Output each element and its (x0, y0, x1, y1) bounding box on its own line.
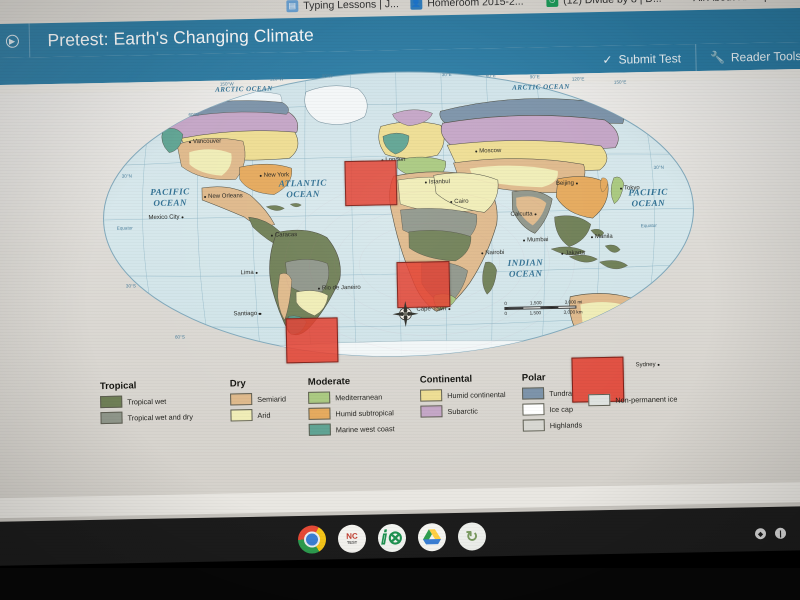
legend-swatch (522, 403, 545, 416)
shelf-icon-row: NC TEST ⅈ⊗ ↻ (297, 522, 487, 554)
nc-test-sub: TEST (346, 539, 358, 545)
google-drive-icon[interactable] (417, 522, 447, 552)
shelf-status-tray[interactable]: ◆ ❙ (754, 527, 787, 540)
back-circle-icon: ▶ (5, 34, 19, 48)
legend-title-dry: Dry (229, 378, 246, 390)
legend-swatch (230, 409, 253, 422)
legend-item-humid-continental: Humid continental (420, 387, 530, 402)
legend-column-continental: Continental Humid continental Subarctic (420, 372, 531, 421)
red-highlight-box-north-atlantic[interactable] (344, 160, 398, 207)
scale-mi-mid: 1,500 (529, 300, 542, 306)
map-scale-bar: 0 1,500 3,000 mi 0 1,500 3,000 km (504, 299, 588, 316)
legend-item-mediterranean: Mediterranean (308, 389, 438, 404)
legend-swatch (308, 407, 331, 420)
legend-item-non-permanent-ice: Non-permanent ice (588, 392, 718, 407)
legend-item-tropical-wet: Tropical wet (100, 393, 230, 409)
legend-label: Humid subtropical (335, 407, 394, 418)
browser-tab-label: All About Kites | Ki... (693, 0, 788, 4)
legend-swatch (100, 395, 123, 409)
legend-title-polar: Polar (521, 372, 546, 384)
clock-app-icon[interactable]: ↻ (457, 522, 487, 551)
legend-swatch (230, 393, 253, 406)
browser-tab-label: Homeroom 2015-2... (427, 0, 524, 10)
reader-tools-label: Reader Tools (730, 48, 800, 64)
legend-column-dry: Dry Semiarid Arid (230, 377, 311, 426)
legend-label: Highlands (549, 419, 583, 430)
clock-app-glyph: ↻ (465, 528, 479, 546)
red-highlight-box-south-america[interactable] (285, 317, 339, 364)
legend-swatch (308, 391, 331, 404)
legend-column-extra: Non-permanent ice (588, 392, 718, 411)
page-title: Pretest: Earth's Changing Climate (47, 24, 314, 50)
world-climate-map[interactable]: 60°N 30°N Equator 30°S 60°S 30°N Equator… (96, 58, 703, 403)
scale-km-max: 3,000 km (563, 309, 583, 315)
legend-title-continental: Continental (419, 373, 473, 386)
scale-km-0: 0 (504, 310, 508, 316)
browser-window: ▤ Typing Lessons | J... 👤 Homeroom 2015-… (0, 0, 800, 600)
legend-item-highlands: Highlands (522, 418, 623, 432)
people-favicon: 👤 (410, 0, 423, 10)
legend-swatch (308, 423, 331, 436)
spiral-app-icon[interactable]: ⅈ⊗ (377, 523, 407, 553)
map-graphic (102, 68, 695, 362)
scale-mi-0: 0 (504, 300, 507, 306)
scale-mi-max: 3,000 mi (564, 299, 583, 305)
network-status-icon[interactable]: ◆ (754, 528, 767, 540)
legend-label: Mediterranean (335, 391, 383, 402)
back-navigation-button[interactable]: xt ▶ (0, 34, 19, 48)
browser-tab-label: Typing Lessons | J... (303, 0, 399, 12)
legend-title-tropical: Tropical (99, 380, 137, 393)
reader-tools-button[interactable]: 🔧 Reader Tools (696, 42, 800, 71)
wrench-icon: 🔧 (709, 49, 726, 65)
legend-swatch (100, 411, 123, 425)
compass-rose-icon (392, 300, 419, 327)
legend-item-marine-west-coast: Marine west coast (308, 421, 439, 436)
test-page-body: 60°N 30°N Equator 30°S 60°S 30°N Equator… (0, 68, 800, 600)
legend-label: Tundra (549, 388, 573, 398)
laptop-bezel (0, 568, 800, 600)
chrome-icon[interactable] (297, 525, 327, 554)
legend-label: Humid continental (447, 389, 506, 400)
legend-label: Ice cap (549, 404, 574, 414)
legend-item-tropical-wet-and-dry: Tropical wet and dry (100, 409, 230, 425)
legend-swatch (588, 393, 611, 407)
legend-label: Marine west coast (335, 423, 395, 434)
battery-status-icon[interactable]: ❙ (774, 527, 787, 539)
legend-item-semiarid: Semiarid (230, 392, 310, 406)
legend-title-moderate: Moderate (307, 376, 351, 388)
scale-km-mid: 1,500 (529, 310, 542, 316)
star-favicon: ✷ (676, 0, 688, 4)
legend-label: Non-permanent ice (615, 394, 678, 405)
legend-label: Arid (257, 410, 271, 420)
legend-swatch (420, 405, 443, 418)
drive-triangle-icon (423, 529, 442, 545)
nc-test-icon[interactable]: NC TEST (337, 524, 367, 554)
legend-item-humid-subtropical: Humid subtropical (308, 405, 438, 420)
browser-tab-label: (12) Divide by 8 | D... (563, 0, 662, 7)
legend-swatch (522, 419, 545, 432)
legend-item-arid: Arid (230, 408, 310, 422)
clock-favicon: ⏱ (546, 0, 559, 8)
legend-label: Subarctic (447, 406, 478, 416)
legend-swatch (522, 387, 545, 400)
screen-photo: ▤ Typing Lessons | J... 👤 Homeroom 2015-… (0, 0, 800, 600)
legend-item-subarctic: Subarctic (420, 403, 530, 418)
legend-label: Semiarid (257, 393, 287, 404)
legend-swatch (420, 389, 443, 402)
legend-label: Tropical wet and dry (127, 411, 194, 423)
legend-column-tropical: Tropical Tropical wet Tropical wet and d… (100, 378, 231, 428)
legend-label: Tropical wet (127, 396, 167, 407)
document-favicon: ▤ (286, 0, 299, 13)
